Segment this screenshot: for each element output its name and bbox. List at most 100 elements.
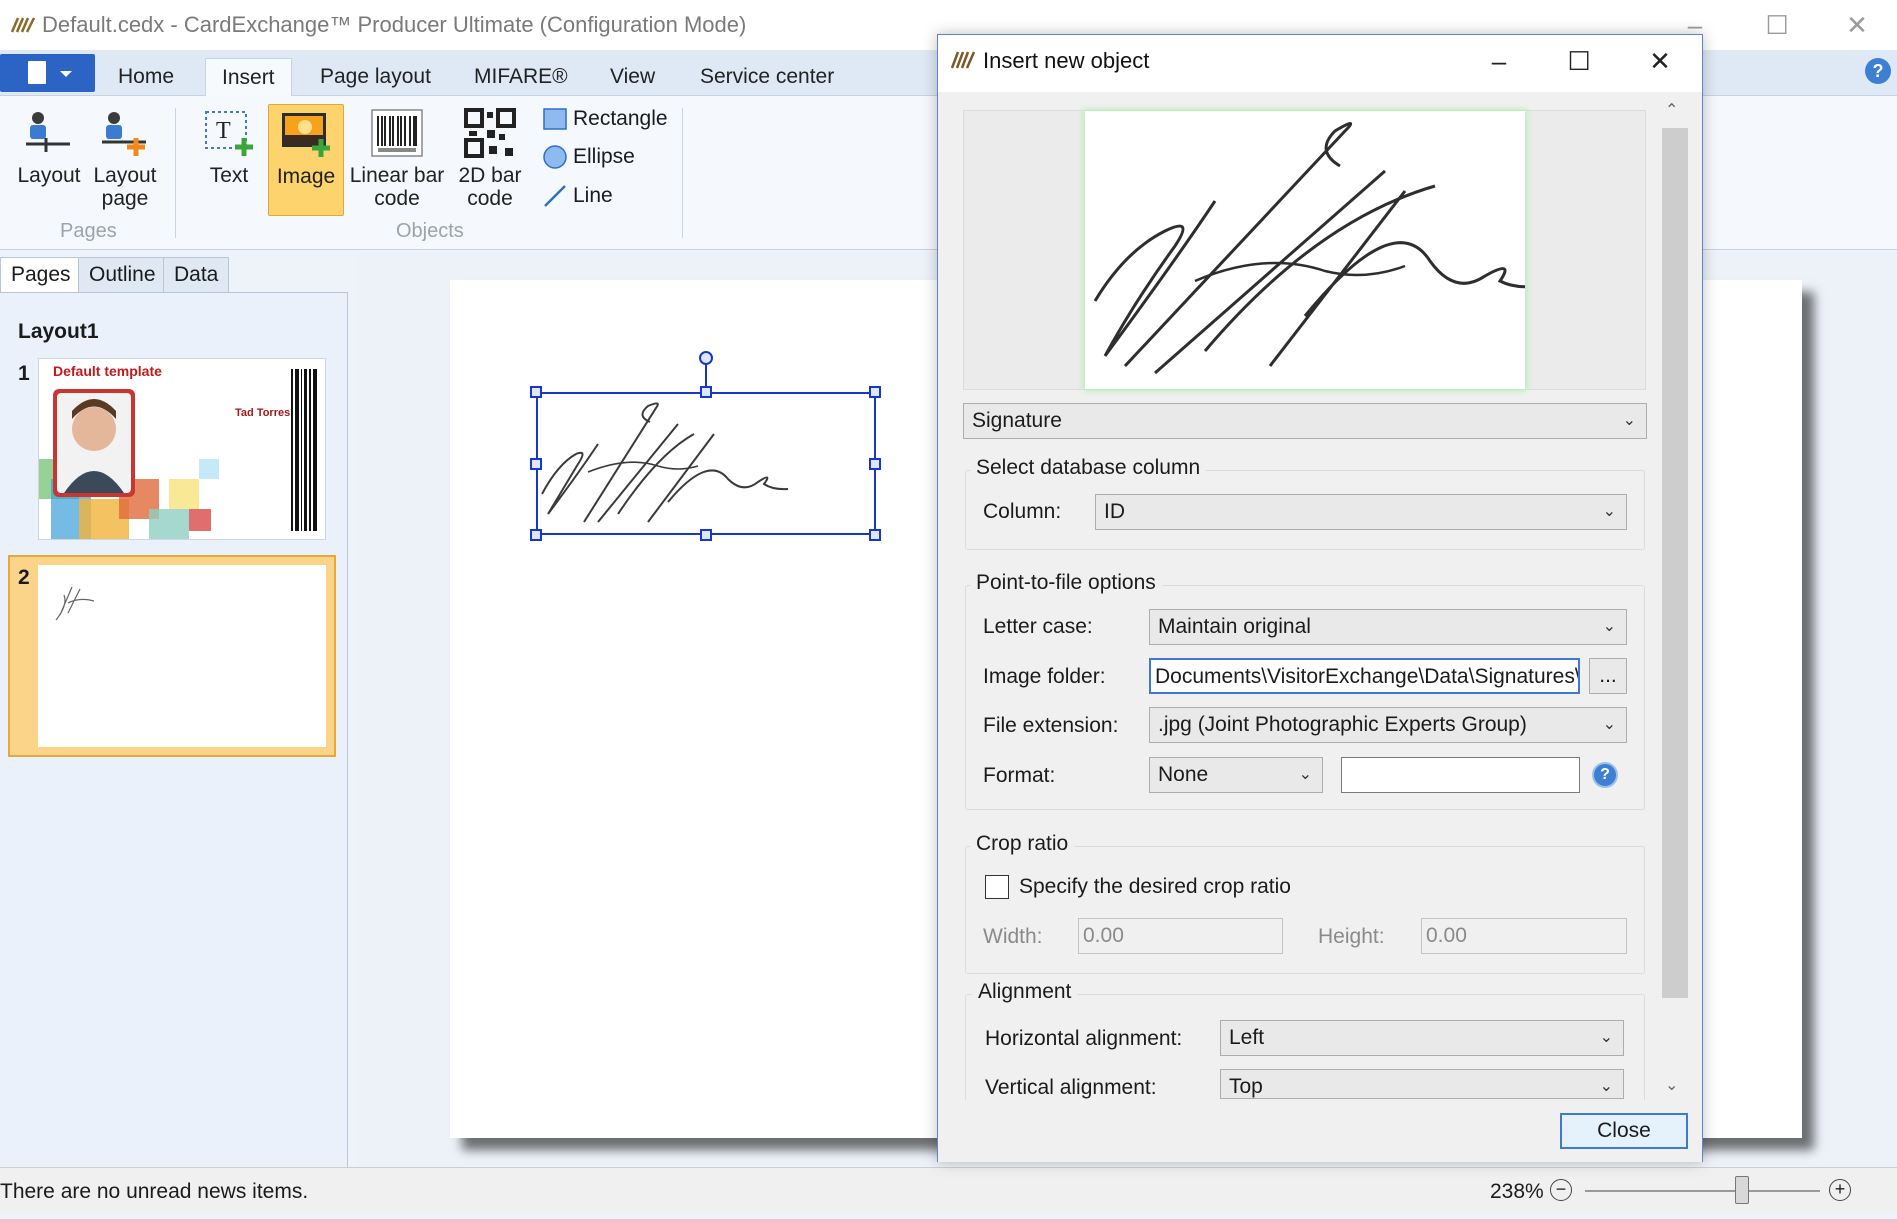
page-1-thumbnail[interactable]: Default template Tad Torres — [38, 358, 326, 540]
scroll-down-icon[interactable]: ⌄ — [1665, 1075, 1678, 1095]
layout-button[interactable]: Layout — [14, 104, 84, 216]
resize-handle[interactable] — [869, 458, 881, 470]
zoom-level: 238% — [1490, 1180, 1544, 1203]
scroll-up-icon[interactable]: ⌃ — [1665, 100, 1678, 120]
rotate-handle[interactable] — [699, 351, 713, 365]
chevron-down-icon: ⌄ — [1602, 618, 1616, 635]
column-dropdown[interactable]: ID ⌄ — [1095, 494, 1627, 530]
insert-ellipse-button[interactable]: Ellipse — [543, 141, 635, 173]
format-label: Format: — [983, 764, 1056, 787]
dialog-scroll-thumb[interactable] — [1662, 128, 1688, 998]
linear-barcode-label-1: Linear bar — [349, 164, 445, 187]
page-number: 2 — [18, 566, 30, 589]
vertical-alignment-dropdown[interactable]: Top ⌄ — [1220, 1069, 1624, 1099]
object-type-dropdown[interactable]: Signature ⌄ — [963, 403, 1647, 439]
resize-handle[interactable] — [700, 529, 712, 541]
crop-ratio-checkbox-label[interactable]: Specify the desired crop ratio — [1019, 875, 1291, 899]
format-dropdown[interactable]: None ⌄ — [1149, 757, 1323, 793]
svg-text:T: T — [216, 118, 231, 144]
image-button-label: Image — [276, 165, 336, 188]
dialog-minimize-button[interactable]: – — [1471, 44, 1527, 80]
tab-page-layout[interactable]: Page layout — [304, 58, 447, 96]
dialog-title: Insert new object — [983, 48, 1150, 73]
insert-rectangle-button[interactable]: Rectangle — [543, 103, 668, 135]
file-extension-label: File extension: — [983, 714, 1119, 737]
zoom-out-button[interactable]: − — [1550, 1179, 1572, 1201]
crop-height-input[interactable]: 0.00 — [1421, 918, 1627, 954]
letter-case-label: Letter case: — [983, 615, 1093, 638]
crop-ratio-group — [965, 846, 1645, 974]
page-2-thumbnail[interactable] — [38, 565, 326, 747]
dialog-close-button[interactable]: Close — [1560, 1113, 1688, 1149]
layout-page-label-1: Layout — [93, 164, 157, 187]
tab-service-center[interactable]: Service center — [684, 58, 850, 96]
insert-text-button[interactable]: T Text — [194, 104, 264, 216]
card-template-art — [39, 369, 317, 539]
horizontal-alignment-dropdown[interactable]: Left ⌄ — [1220, 1020, 1624, 1056]
format-help-icon[interactable]: ? — [1592, 762, 1618, 788]
format-value: None — [1158, 763, 1209, 786]
signature-preview-image — [1093, 122, 1541, 375]
file-extension-dropdown[interactable]: .jpg (Joint Photographic Experts Group) … — [1149, 707, 1627, 743]
signature-image — [541, 402, 789, 523]
text-button-label: Text — [209, 164, 249, 187]
ellipse-label: Ellipse — [573, 145, 635, 168]
maximize-button[interactable]: ☐ — [1742, 8, 1812, 42]
window-close-button[interactable]: ✕ — [1822, 8, 1892, 42]
dialog-close-icon[interactable]: ✕ — [1632, 44, 1688, 80]
image-folder-label: Image folder: — [983, 665, 1106, 688]
chevron-down-icon: ⌄ — [1298, 766, 1312, 783]
window-title: Default.cedx - CardExchange™ Producer Ul… — [42, 12, 747, 37]
browse-folder-button[interactable]: ... — [1589, 658, 1627, 694]
resize-handle[interactable] — [530, 529, 542, 541]
layout-page-button[interactable]: Layout page — [90, 104, 160, 216]
crop-ratio-checkbox[interactable] — [985, 875, 1009, 899]
image-icon — [282, 113, 330, 157]
zoom-in-button[interactable]: + — [1829, 1179, 1851, 1201]
bottom-edge — [0, 1219, 1897, 1223]
insert-line-button[interactable]: Line — [543, 180, 613, 212]
tab-home[interactable]: Home — [102, 58, 190, 96]
vertical-alignment-label: Vertical alignment: — [985, 1076, 1157, 1099]
page-number: 1 — [18, 362, 30, 385]
chevron-down-icon: ⌄ — [1602, 503, 1616, 520]
2d-barcode-button[interactable]: 2D bar code — [452, 104, 528, 216]
point-to-file-legend: Point-to-file options — [970, 571, 1162, 595]
resize-handle[interactable] — [869, 386, 881, 398]
rectangle-label: Rectangle — [573, 107, 668, 130]
image-folder-input[interactable]: Documents\VisitorExchange\Data\Signature… — [1149, 658, 1580, 694]
rotate-stem — [705, 362, 707, 388]
tab-outline[interactable]: Outline — [78, 257, 167, 293]
column-value: ID — [1104, 500, 1125, 523]
ribbon-separator — [175, 108, 176, 238]
database-column-legend: Select database column — [970, 456, 1207, 480]
tab-mifare[interactable]: MIFARE® — [458, 58, 584, 96]
resize-handle[interactable] — [530, 458, 542, 470]
chevron-down-icon: ⌄ — [1599, 1078, 1613, 1095]
signature-object[interactable] — [536, 392, 876, 535]
app-logo-icon — [10, 17, 36, 33]
letter-case-dropdown[interactable]: Maintain original ⌄ — [1149, 609, 1627, 645]
insert-image-button[interactable]: Image — [268, 104, 344, 216]
document-icon — [28, 61, 72, 84]
resize-handle[interactable] — [869, 529, 881, 541]
file-menu-button[interactable] — [0, 54, 95, 92]
tab-pages[interactable]: Pages — [0, 257, 82, 293]
format-text-input[interactable] — [1341, 757, 1580, 793]
signature-thumbnail-icon — [55, 586, 95, 621]
help-icon[interactable]: ? — [1865, 58, 1891, 84]
dialog-maximize-button[interactable]: ☐ — [1551, 44, 1607, 80]
tab-view[interactable]: View — [594, 58, 671, 96]
zoom-slider-thumb[interactable] — [1735, 1176, 1749, 1204]
resize-handle[interactable] — [530, 386, 542, 398]
status-message: There are no unread news items. — [0, 1180, 309, 1203]
zoom-slider-track[interactable] — [1585, 1190, 1820, 1192]
tab-insert[interactable]: Insert — [205, 58, 292, 96]
linear-barcode-button[interactable]: Linear bar code — [348, 104, 446, 216]
crop-width-input[interactable]: 0.00 — [1078, 918, 1283, 954]
ellipse-icon — [543, 145, 567, 170]
tab-data[interactable]: Data — [163, 257, 230, 293]
barcode-icon — [371, 109, 423, 157]
linear-barcode-label-2: code — [374, 187, 420, 210]
layout-name: Layout1 — [18, 320, 99, 343]
